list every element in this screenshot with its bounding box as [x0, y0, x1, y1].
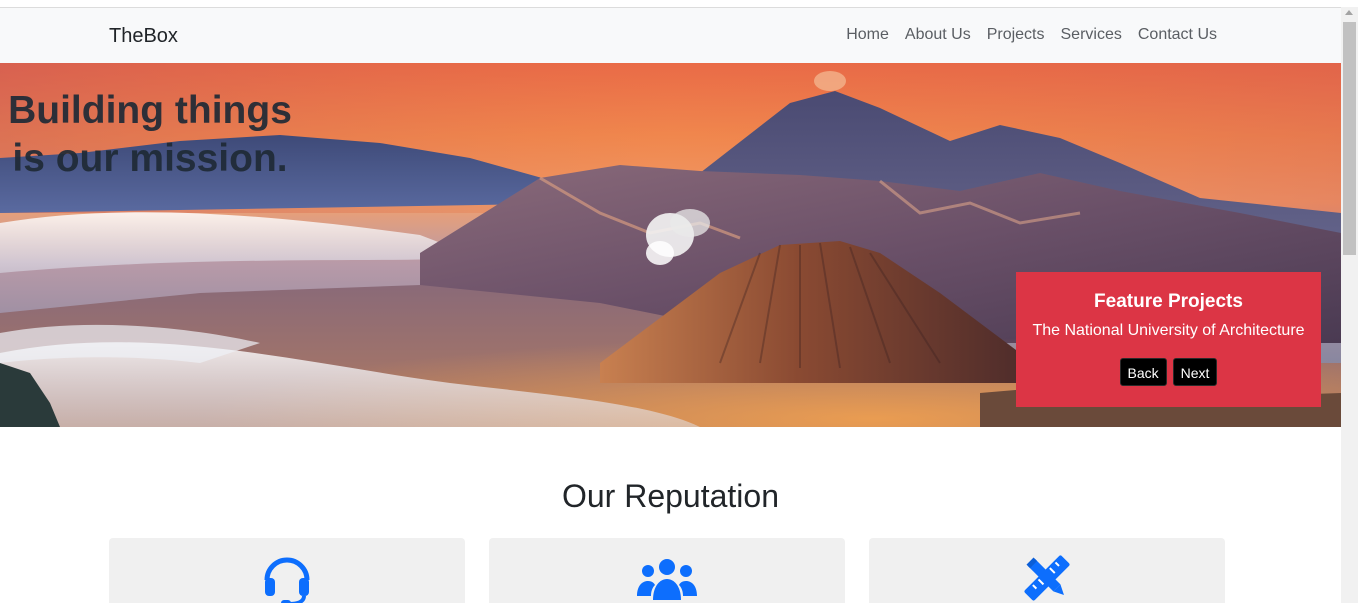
- next-button[interactable]: Next: [1172, 358, 1218, 386]
- reputation-card-support: [109, 538, 465, 603]
- feature-projects-buttons: Back Next: [1016, 358, 1321, 386]
- hero-heading-line-1: Building things: [8, 89, 292, 132]
- feature-projects-card: Feature Projects The National University…: [1016, 272, 1321, 407]
- headset-icon: [264, 557, 310, 603]
- feature-projects-subtitle: The National University of Architecture: [1032, 322, 1305, 339]
- nav-link-about-us[interactable]: About Us: [905, 25, 971, 45]
- hero-heading-line-2: is our mission.: [12, 137, 288, 180]
- feature-projects-title: Feature Projects: [1094, 291, 1243, 312]
- users-icon: [637, 559, 697, 600]
- reputation-card-team: [489, 538, 845, 603]
- pencil-ruler-icon: [1024, 555, 1070, 601]
- hero-heading: Building things is our mission.: [0, 87, 300, 183]
- scrollbar-thumb[interactable]: [1343, 22, 1356, 255]
- brand-logo-link[interactable]: TheBox: [109, 24, 178, 48]
- reputation-section-title: Our Reputation: [561, 478, 779, 514]
- reputation-card-design: [869, 538, 1225, 603]
- hero-banner: Building things is our mission. Feature …: [0, 63, 1341, 427]
- vertical-scrollbar[interactable]: [1341, 7, 1358, 603]
- window-top-strip: [0, 0, 1341, 8]
- nav-link-projects[interactable]: Projects: [987, 25, 1045, 45]
- nav-link-services[interactable]: Services: [1061, 25, 1122, 45]
- page: TheBox Home About Us Projects Services C…: [0, 0, 1358, 603]
- navbar: TheBox Home About Us Projects Services C…: [0, 8, 1341, 63]
- nav-link-contact-us[interactable]: Contact Us: [1138, 25, 1217, 45]
- back-button[interactable]: Back: [1119, 358, 1167, 386]
- nav-link-home[interactable]: Home: [846, 25, 889, 45]
- nav-links: Home About Us Projects Services Contact …: [846, 25, 1217, 45]
- scroll-up-arrow-icon[interactable]: [1345, 10, 1353, 15]
